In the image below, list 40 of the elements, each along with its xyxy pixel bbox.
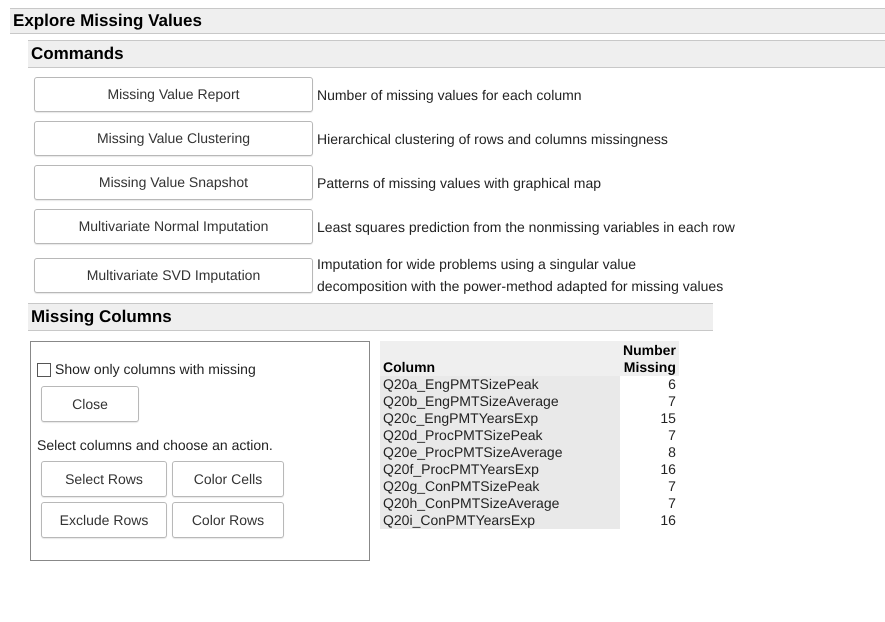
command-description: Number of missing values for each column — [317, 86, 582, 105]
table-cell: Q20h_ConPMTSizeAverage — [380, 495, 620, 512]
show-only-missing-checkbox[interactable]: Show only columns with missing — [37, 359, 363, 380]
table-cell: Q20a_EngPMTSizePeak — [380, 376, 620, 393]
table-cell: Q20g_ConPMTSizePeak — [380, 478, 620, 495]
action-button[interactable]: Select Rows — [41, 461, 167, 497]
table-cell: 16 — [620, 461, 679, 478]
instruction-text: Select columns and choose an action. — [37, 436, 274, 455]
table-cell: Q20c_EngPMTYearsExp — [380, 410, 620, 427]
action-button[interactable]: Exclude Rows — [41, 502, 167, 538]
table-cell: Q20d_ProcPMTSizePeak — [380, 427, 620, 444]
section-header: Commands — [28, 40, 885, 68]
close-button[interactable]: Close — [41, 386, 139, 422]
table-cell: 6 — [620, 376, 679, 393]
command-button[interactable]: Missing Value Clustering — [34, 121, 313, 156]
table-cell: Q20b_EngPMTSizeAverage — [380, 393, 620, 410]
column-header: Number Missing — [620, 341, 679, 376]
command-description: Imputation for wide problems using a singular value decomposition with the power-method adapted for missing values — [317, 255, 724, 296]
action-button[interactable]: Color Cells — [172, 461, 284, 497]
command-button[interactable]: Multivariate Normal Imputation — [34, 209, 313, 244]
command-description: Least squares prediction from the nonmissing variables in each row — [317, 218, 735, 237]
command-description: Hierarchical clustering of rows and columns missingness — [317, 130, 668, 149]
table-cell: Q20i_ConPMTYearsExp — [380, 512, 620, 529]
table-cell: 7 — [620, 478, 679, 495]
command-button[interactable]: Missing Value Report — [34, 77, 313, 112]
table-cell: 8 — [620, 444, 679, 461]
table-cell: 16 — [620, 512, 679, 529]
table-cell: Q20f_ProcPMTYearsExp — [380, 461, 620, 478]
command-button[interactable]: Multivariate SVD Imputation — [34, 258, 313, 292]
section-header: Missing Columns — [28, 303, 713, 331]
section-header: Explore Missing Values — [10, 8, 885, 34]
action-button[interactable]: Color Rows — [172, 502, 284, 538]
command-description: Patterns of missing values with graphical map — [317, 174, 602, 193]
table-cell: 15 — [620, 410, 679, 427]
table-cell: 7 — [620, 495, 679, 512]
table-cell: 7 — [620, 427, 679, 444]
column-header: Column — [380, 341, 620, 376]
table-cell: Q20e_ProcPMTSizeAverage — [380, 444, 620, 461]
table-cell: 7 — [620, 393, 679, 410]
command-button[interactable]: Missing Value Snapshot — [34, 165, 313, 200]
